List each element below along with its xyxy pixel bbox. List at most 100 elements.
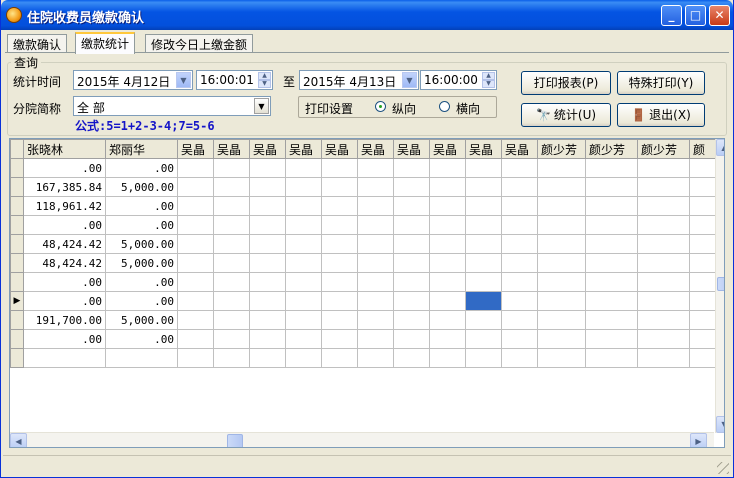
- grid-cell[interactable]: [213, 329, 250, 349]
- grid-cell[interactable]: [321, 177, 358, 197]
- grid-cell[interactable]: [637, 291, 690, 311]
- grid-cell[interactable]: [585, 177, 638, 197]
- stats-button[interactable]: 🔭 统计(U): [521, 103, 611, 127]
- horizontal-scroll-thumb[interactable]: [227, 434, 243, 447]
- grid-cell[interactable]: 48,424.42: [23, 234, 106, 254]
- grid-cell[interactable]: [285, 291, 322, 311]
- selected-cell[interactable]: [465, 291, 502, 311]
- grid-cell[interactable]: [537, 291, 586, 311]
- grid-cell[interactable]: .00: [105, 291, 178, 311]
- title-bar[interactable]: 住院收费员缴款确认 _ □ ✕: [1, 0, 733, 30]
- grid-cell[interactable]: [249, 158, 286, 178]
- landscape-radio[interactable]: [439, 101, 450, 112]
- grid-cell[interactable]: [501, 196, 538, 216]
- grid-cell[interactable]: [393, 253, 430, 273]
- grid-cell[interactable]: [393, 158, 430, 178]
- grid-cell[interactable]: [637, 329, 690, 349]
- grid-cell[interactable]: [285, 329, 322, 349]
- print-report-button[interactable]: 打印报表(P): [521, 71, 611, 95]
- table-row[interactable]: .00.00: [10, 215, 720, 235]
- grid-cell[interactable]: 191,700.00: [23, 310, 106, 330]
- grid-cell[interactable]: [213, 158, 250, 178]
- grid-cell[interactable]: [393, 234, 430, 254]
- row-indicator[interactable]: [10, 196, 24, 216]
- corner-cell[interactable]: [10, 139, 24, 159]
- grid-cell[interactable]: 118,961.42: [23, 196, 106, 216]
- column-header[interactable]: 吴晶: [249, 139, 286, 159]
- grid-cell[interactable]: [177, 329, 214, 349]
- tab-payment-stats[interactable]: 缴款统计: [75, 32, 136, 54]
- grid-cell[interactable]: [537, 234, 586, 254]
- row-indicator[interactable]: [10, 234, 24, 254]
- grid-cell[interactable]: 5,000.00: [105, 234, 178, 254]
- grid-cell[interactable]: .00: [23, 329, 106, 349]
- grid-cell[interactable]: [177, 234, 214, 254]
- grid-cell[interactable]: [429, 348, 466, 368]
- grid-cell[interactable]: [393, 177, 430, 197]
- grid-cell[interactable]: [637, 310, 690, 330]
- grid-cell[interactable]: [177, 272, 214, 292]
- grid-cell[interactable]: [537, 177, 586, 197]
- app-icon[interactable]: [6, 7, 22, 23]
- tab-edit-today-amount[interactable]: 修改今日上缴金额: [145, 34, 254, 53]
- horizontal-scrollbar[interactable]: ◀ ▶: [10, 432, 714, 447]
- grid-cell[interactable]: [357, 253, 394, 273]
- row-indicator[interactable]: [10, 253, 24, 273]
- grid-cell[interactable]: [637, 253, 690, 273]
- spin-up-icon[interactable]: ▲: [258, 72, 271, 80]
- grid-cell[interactable]: [321, 272, 358, 292]
- grid-cell[interactable]: [637, 348, 690, 368]
- grid-cell[interactable]: [213, 177, 250, 197]
- table-row[interactable]: 167,385.84 5,000.00: [10, 177, 720, 197]
- row-indicator[interactable]: [10, 177, 24, 197]
- grid-cell[interactable]: [637, 196, 690, 216]
- grid-cell[interactable]: [393, 310, 430, 330]
- row-indicator[interactable]: [10, 348, 24, 368]
- grid-cell[interactable]: [501, 272, 538, 292]
- grid-cell[interactable]: [285, 310, 322, 330]
- column-header[interactable]: 颜少芳: [585, 139, 638, 159]
- grid-cell[interactable]: [177, 215, 214, 235]
- grid-cell[interactable]: [585, 348, 638, 368]
- grid-cell[interactable]: [357, 234, 394, 254]
- grid-cell[interactable]: [465, 158, 502, 178]
- minimize-button[interactable]: _: [661, 5, 682, 26]
- end-time-spinner[interactable]: ▲ ▼: [482, 72, 495, 88]
- table-row[interactable]: ▶ .00.00: [10, 291, 720, 311]
- grid-cell[interactable]: [637, 272, 690, 292]
- grid-cell[interactable]: [585, 215, 638, 235]
- grid-cell[interactable]: [637, 158, 690, 178]
- column-header[interactable]: 吴晶: [213, 139, 250, 159]
- grid-cell[interactable]: [637, 234, 690, 254]
- data-grid[interactable]: 张晓林 郑丽华 吴晶 吴晶 吴晶 吴晶 吴晶 吴晶 吴晶 吴晶 吴晶 吴晶 颜少…: [9, 138, 725, 448]
- spin-down-icon[interactable]: ▼: [482, 80, 495, 88]
- grid-cell[interactable]: 167,385.84: [23, 177, 106, 197]
- grid-cell[interactable]: [357, 329, 394, 349]
- grid-cell[interactable]: [177, 291, 214, 311]
- grid-cell[interactable]: [429, 329, 466, 349]
- grid-cell[interactable]: [537, 196, 586, 216]
- grid-cell[interactable]: 5,000.00: [105, 253, 178, 273]
- grid-cell[interactable]: [23, 348, 106, 368]
- grid-cell[interactable]: [321, 253, 358, 273]
- column-header[interactable]: 吴晶: [321, 139, 358, 159]
- grid-cell[interactable]: [393, 348, 430, 368]
- grid-cell[interactable]: [393, 196, 430, 216]
- table-row[interactable]: 118,961.42.00: [10, 196, 720, 216]
- grid-cell[interactable]: [393, 291, 430, 311]
- grid-cell[interactable]: [249, 329, 286, 349]
- table-row[interactable]: [10, 348, 720, 368]
- column-header[interactable]: 吴晶: [465, 139, 502, 159]
- grid-cell[interactable]: [213, 348, 250, 368]
- grid-cell[interactable]: .00: [105, 329, 178, 349]
- grid-cell[interactable]: .00: [105, 196, 178, 216]
- table-row[interactable]: 48,424.42 5,000.00: [10, 234, 720, 254]
- grid-cell[interactable]: [537, 253, 586, 273]
- grid-cell[interactable]: [465, 177, 502, 197]
- spin-up-icon[interactable]: ▲: [482, 72, 495, 80]
- grid-cell[interactable]: [537, 310, 586, 330]
- grid-cell[interactable]: [537, 215, 586, 235]
- grid-cell[interactable]: [429, 310, 466, 330]
- grid-cell[interactable]: [177, 253, 214, 273]
- scroll-up-button[interactable]: ▲: [716, 139, 724, 156]
